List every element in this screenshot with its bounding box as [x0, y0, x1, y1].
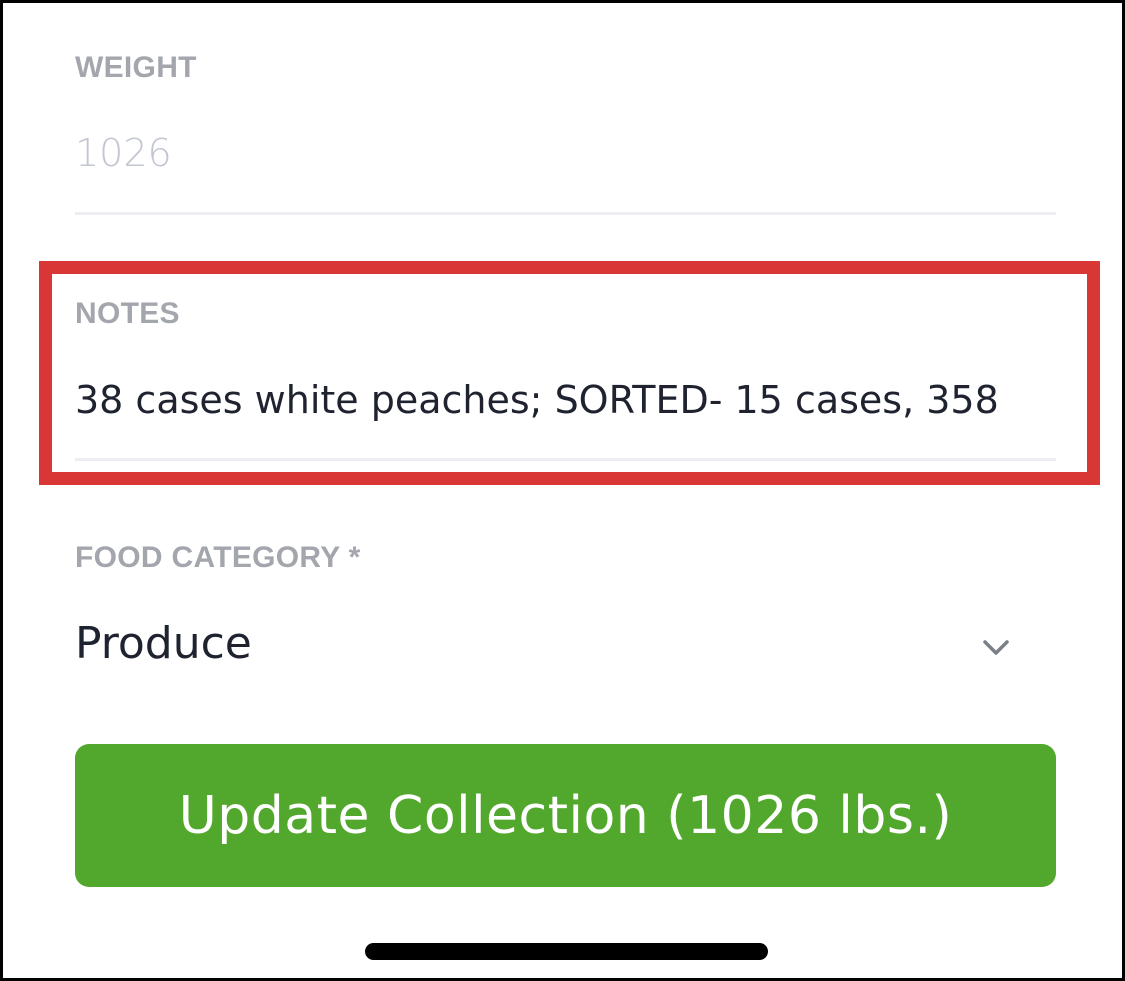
- weight-divider: [75, 212, 1056, 215]
- notes-label: NOTES: [75, 297, 180, 330]
- update-collection-button[interactable]: Update Collection (1026 lbs.): [75, 744, 1056, 887]
- food-category-select[interactable]: Produce: [75, 618, 252, 669]
- screen: WEIGHT 1026 NOTES 38 cases white peaches…: [0, 0, 1125, 981]
- home-indicator[interactable]: [365, 943, 768, 960]
- notes-divider: [75, 458, 1056, 461]
- notes-input[interactable]: 38 cases white peaches; SORTED- 15 cases…: [75, 378, 1056, 422]
- weight-label: WEIGHT: [75, 51, 197, 84]
- chevron-down-icon[interactable]: [982, 633, 1010, 661]
- notes-highlight-box: [39, 261, 1100, 485]
- update-collection-label: Update Collection (1026 lbs.): [178, 785, 953, 846]
- weight-input[interactable]: 1026: [75, 131, 172, 175]
- food-category-label: FOOD CATEGORY *: [75, 541, 361, 574]
